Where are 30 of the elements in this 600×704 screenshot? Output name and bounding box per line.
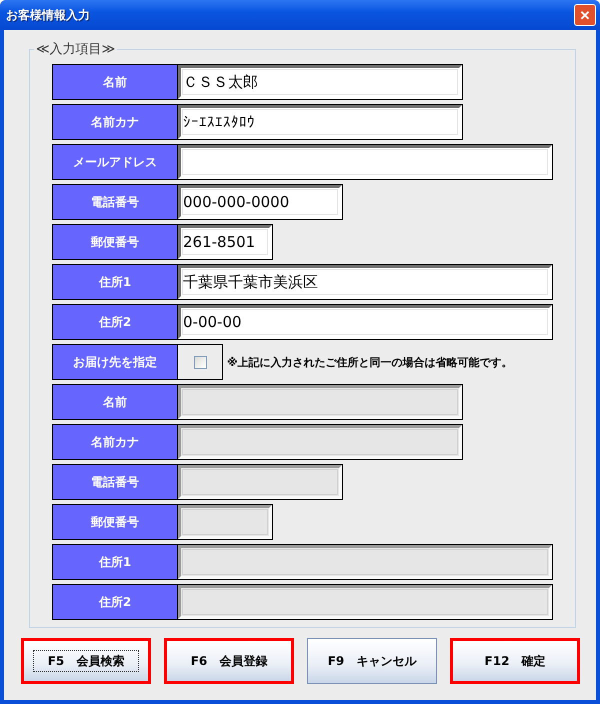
field-label: メールアドレス	[53, 145, 178, 179]
window-title: お客様情報入力	[6, 6, 90, 24]
close-button[interactable]: ✕	[574, 4, 596, 26]
field-label: 郵便番号	[53, 225, 178, 259]
field-label: 住所2	[53, 305, 178, 339]
input-field[interactable]	[178, 145, 552, 179]
field-label: 郵便番号	[53, 505, 178, 539]
input-field[interactable]: 000-000-0000	[178, 185, 342, 219]
function-button[interactable]: F12 確定	[450, 638, 580, 684]
field-label: 住所1	[53, 545, 178, 579]
input-field[interactable]: 千葉県千葉市美浜区	[178, 265, 552, 299]
note-text: ※上記に入力されたご住所と同一の場合は省略可能です。	[227, 354, 513, 370]
field-label: お届け先を指定	[53, 345, 178, 379]
field-label: 名前カナ	[53, 425, 178, 459]
field-label: 電話番号	[53, 185, 178, 219]
field-label: 名前カナ	[53, 105, 178, 139]
function-button[interactable]: F5 会員検索	[21, 638, 151, 684]
group-title: ≪入力項目≫	[35, 41, 116, 58]
input-field[interactable]: ＣＳＳ太郎	[178, 65, 462, 99]
function-button[interactable]: F9 キャンセル	[307, 638, 437, 684]
field-label: 住所1	[53, 265, 178, 299]
input-field[interactable]: 0-00-00	[178, 305, 552, 339]
field-label: 名前	[53, 385, 178, 419]
input-field[interactable]: ｼｰｴｽｴｽﾀﾛｳ	[178, 105, 462, 139]
input-field[interactable]: 261-8501	[178, 225, 272, 259]
field-label: 電話番号	[53, 465, 178, 499]
function-button[interactable]: F6 会員登録	[164, 638, 294, 684]
field-label: 住所2	[53, 585, 178, 619]
field-label: 名前	[53, 65, 178, 99]
checkbox[interactable]	[194, 356, 206, 368]
